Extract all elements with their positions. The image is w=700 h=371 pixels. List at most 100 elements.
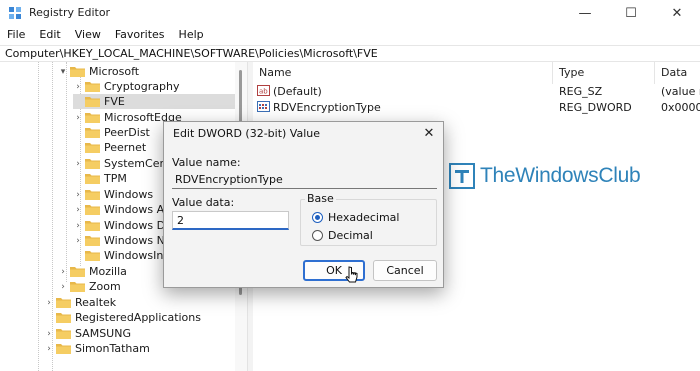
folder-icon — [85, 81, 100, 92]
minimize-button[interactable]: — — [562, 0, 608, 26]
close-window-button[interactable]: ✕ — [654, 0, 700, 26]
tree-node-label: Realtek — [75, 296, 117, 309]
tree-node-simontatham[interactable]: › SimonTatham — [44, 341, 150, 356]
expand-chevron-icon[interactable]: › — [58, 282, 68, 292]
address-bar[interactable]: Computer\HKEY_LOCAL_MACHINE\SOFTWARE\Pol… — [0, 45, 700, 62]
value-name: (Default) — [273, 85, 322, 98]
folder-icon — [85, 127, 100, 138]
column-header-data[interactable]: Data — [655, 62, 700, 84]
radio-decimal[interactable]: Decimal — [312, 229, 373, 242]
tree-node-cryptography[interactable]: › Cryptography — [73, 79, 179, 94]
value-data: 0x00000 — [661, 101, 700, 114]
maximize-icon: ☐ — [625, 5, 637, 21]
tree-node-peernet[interactable]: Peernet — [73, 140, 146, 155]
menu-file[interactable]: File — [0, 26, 32, 44]
radio-unselected-icon[interactable] — [312, 230, 323, 241]
value-row[interactable]: RDVEncryptionType REG_DWORD 0x00000 — [253, 100, 700, 116]
column-header-type[interactable]: Type — [553, 62, 655, 84]
value-row[interactable]: ab (Default) REG_SZ (value n — [253, 84, 700, 100]
value-data-label: Value data: — [172, 196, 235, 209]
tree-node-windows-nt[interactable]: › Windows NT — [73, 233, 171, 248]
tree-node-fve[interactable]: FVE — [73, 94, 235, 109]
value-data-input[interactable] — [172, 211, 289, 230]
tree-node-label: SimonTatham — [75, 342, 150, 355]
folder-icon — [56, 297, 71, 308]
column-header-name[interactable]: Name — [253, 62, 553, 84]
tree-node-zoom[interactable]: › Zoom — [58, 279, 121, 294]
dialog-close-button[interactable]: ✕ — [415, 122, 443, 144]
menu-help[interactable]: Help — [172, 26, 211, 44]
tree-node-label: FVE — [104, 95, 125, 108]
expand-chevron-icon[interactable]: › — [73, 82, 83, 92]
tree-node-microsoft[interactable]: ▾ Microsoft — [58, 64, 139, 79]
expand-chevron-icon[interactable]: › — [73, 221, 83, 231]
base-label: Base — [305, 192, 336, 205]
menu-view[interactable]: View — [68, 26, 108, 44]
menu-edit[interactable]: Edit — [32, 26, 67, 44]
tree-node-windows-ad[interactable]: › Windows Ad — [73, 202, 171, 217]
radio-selected-icon[interactable] — [312, 212, 323, 223]
string-value-icon: ab — [257, 85, 270, 96]
radio-hexadecimal[interactable]: Hexadecimal — [312, 211, 399, 224]
tree-node-label: TPM — [104, 172, 127, 185]
expand-chevron-icon[interactable]: ▾ — [58, 67, 68, 77]
tree-node-windows-de[interactable]: › Windows De — [73, 218, 172, 233]
radio-label: Hexadecimal — [328, 211, 400, 224]
minimize-icon: — — [578, 5, 592, 21]
folder-icon — [70, 266, 85, 277]
menu-favorites[interactable]: Favorites — [108, 26, 172, 44]
tree-node-systemcertif[interactable]: › SystemCertif — [73, 156, 175, 171]
tree-node-label: PeerDist — [104, 126, 150, 139]
folder-icon — [85, 250, 100, 261]
thewindowsclub-logo-icon — [449, 163, 475, 189]
tree-node-samsung[interactable]: › SAMSUNG — [44, 326, 131, 341]
tree-node-registeredapplications[interactable]: RegisteredApplications — [44, 310, 201, 325]
folder-icon — [56, 343, 71, 354]
expand-chevron-icon[interactable]: › — [73, 159, 83, 169]
title-bar: Registry Editor — ☐ ✕ — [0, 0, 700, 26]
maximize-button[interactable]: ☐ — [608, 0, 654, 26]
tree-node-label: Windows De — [104, 219, 172, 232]
tree-node-tpm[interactable]: TPM — [73, 171, 127, 186]
tree-node-windows[interactable]: › Windows — [73, 187, 153, 202]
folder-icon — [56, 328, 71, 339]
expand-chevron-icon[interactable]: › — [58, 267, 68, 277]
folder-icon — [85, 220, 100, 231]
expand-chevron-icon[interactable]: › — [73, 190, 83, 200]
tree-node-peerdist[interactable]: PeerDist — [73, 125, 150, 140]
expand-chevron-icon[interactable]: › — [44, 298, 54, 308]
svg-text:ab: ab — [259, 88, 268, 96]
tree-node-label: Windows Ad — [104, 203, 171, 216]
dialog-title: Edit DWORD (32-bit) Value — [173, 127, 321, 140]
close-icon: ✕ — [671, 5, 683, 21]
tree-node-mozilla[interactable]: › Mozilla — [58, 264, 127, 279]
tree-node-label: Cryptography — [104, 80, 180, 93]
tree-node-realtek[interactable]: › Realtek — [44, 295, 116, 310]
edit-dword-dialog: Edit DWORD (32-bit) Value ✕ Value name: … — [163, 121, 444, 288]
folder-icon — [85, 96, 100, 107]
cancel-button[interactable]: Cancel — [373, 260, 437, 281]
window-title: Registry Editor — [29, 6, 111, 19]
expand-chevron-icon[interactable]: › — [44, 329, 54, 339]
expand-chevron-icon[interactable]: › — [73, 236, 83, 246]
folder-icon — [56, 312, 71, 323]
value-name-field: RDVEncryptionType — [172, 172, 437, 189]
expand-chevron-icon[interactable]: › — [73, 205, 83, 215]
folder-icon — [85, 142, 100, 153]
dword-value-icon — [257, 101, 270, 112]
expand-chevron-icon[interactable]: › — [44, 344, 54, 354]
close-icon: ✕ — [423, 125, 435, 141]
folder-icon — [85, 173, 100, 184]
expand-chevron-icon[interactable]: › — [73, 113, 83, 123]
folder-icon — [85, 204, 100, 215]
value-data: (value n — [661, 85, 700, 98]
tree-node-label: Zoom — [89, 280, 121, 293]
value-name: RDVEncryptionType — [273, 101, 381, 114]
tree-node-label: Mozilla — [89, 265, 127, 278]
value-name-label: Value name: — [172, 156, 241, 169]
folder-icon — [85, 112, 100, 123]
tree-node-label: Windows — [104, 188, 154, 201]
tree-node-label: Peernet — [104, 141, 147, 154]
menu-bar: File Edit View Favorites Help — [0, 26, 700, 44]
tree-node-windowsink[interactable]: WindowsInkV — [73, 248, 177, 263]
